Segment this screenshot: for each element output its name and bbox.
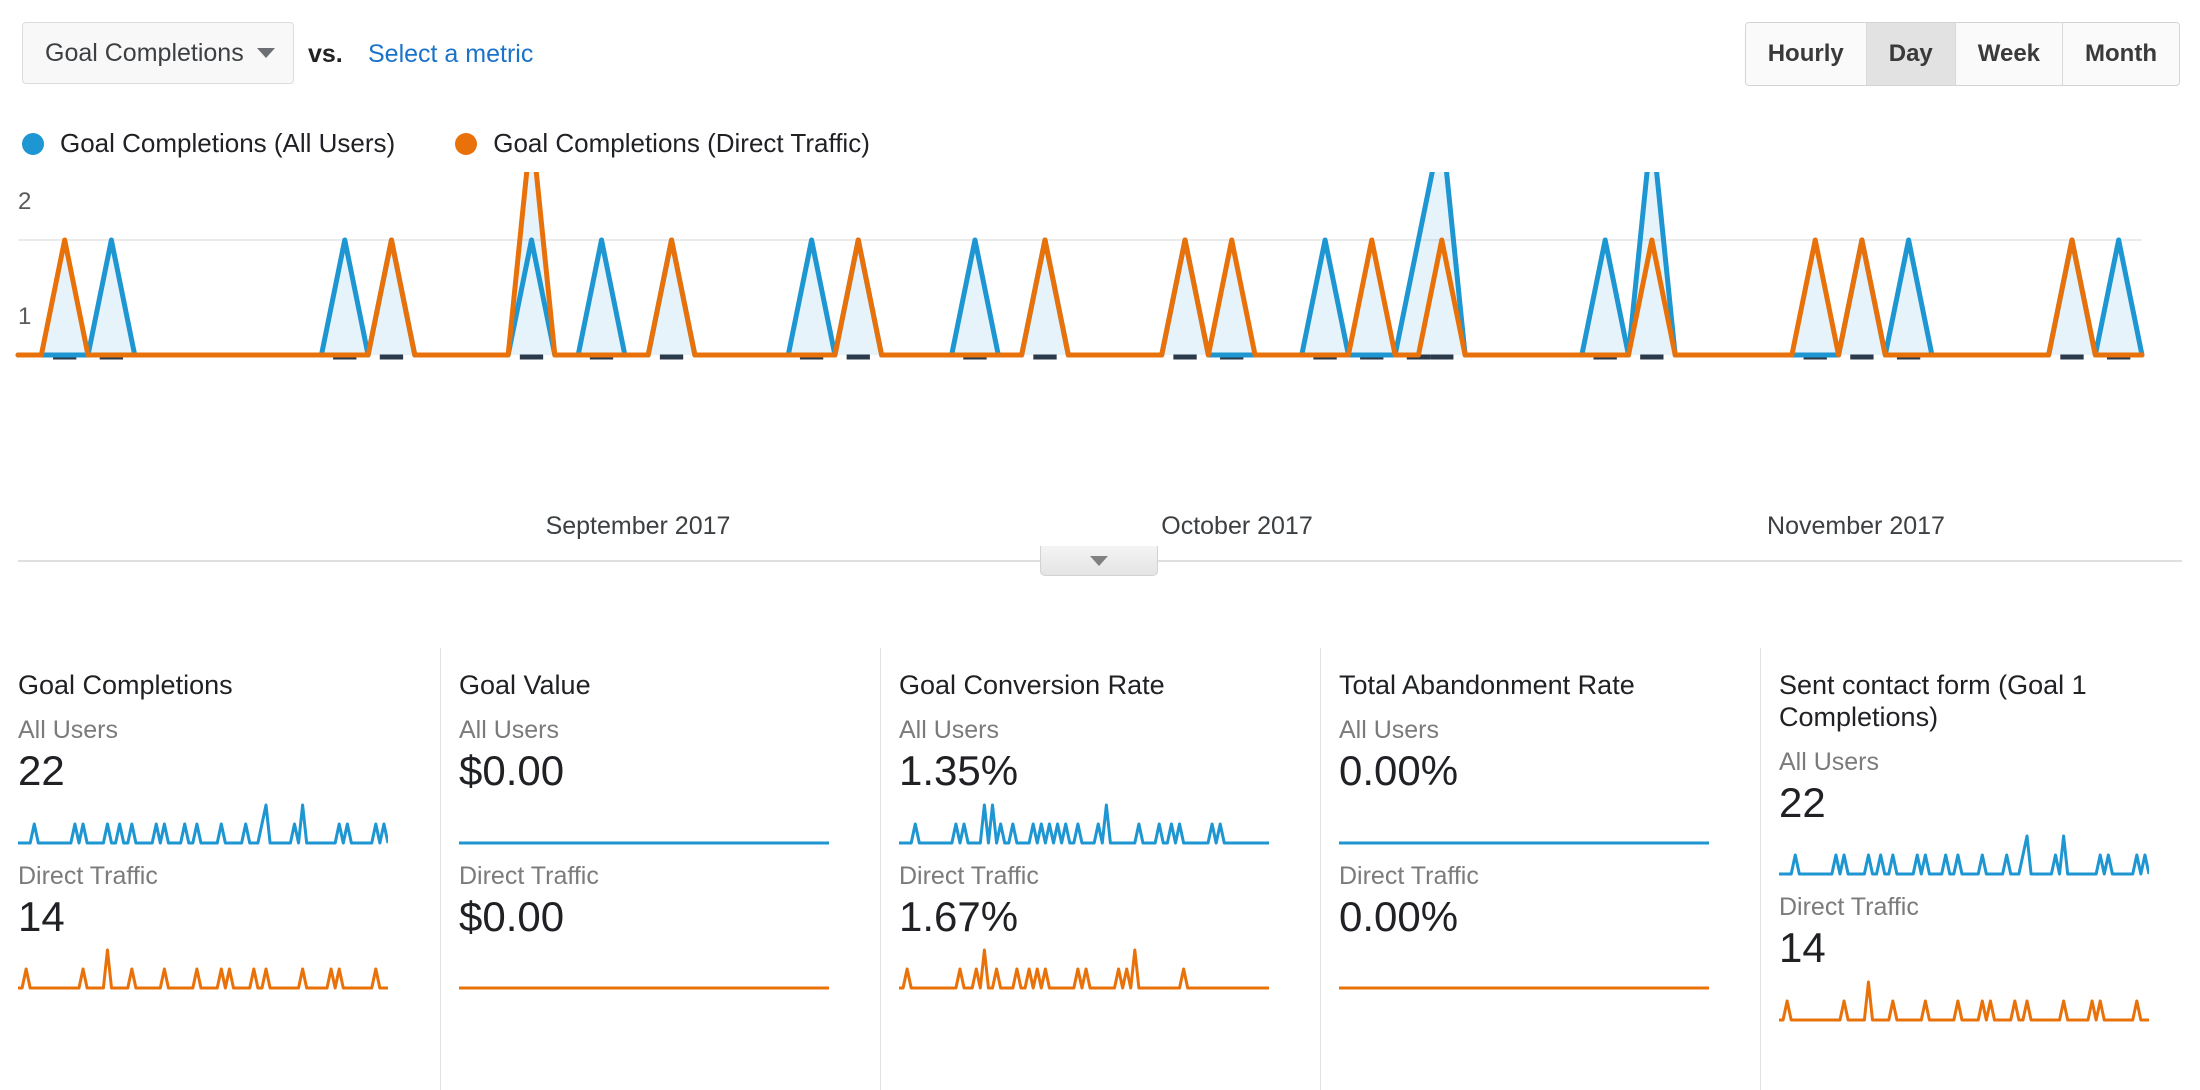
vs-label: vs.	[308, 40, 343, 68]
chevron-down-icon	[1090, 555, 1108, 566]
segment-value: 22	[18, 746, 65, 794]
sparkline	[899, 803, 1269, 845]
metric-card[interactable]: Goal Value All Users $0.00 Direct Traffic $0…	[440, 648, 880, 1090]
segment-label: Direct Traffic	[1779, 893, 1919, 922]
legend-color-dot-icon	[455, 132, 478, 155]
segment-label: Direct Traffic	[1339, 861, 1479, 890]
metric-cards-row: Goal Completions All Users 22 Direct Traffi…	[0, 648, 2200, 1090]
sparkline	[18, 948, 388, 990]
collapse-chart-handle[interactable]	[1040, 546, 1158, 576]
metric-card[interactable]: Goal Completions All Users 22 Direct Traffi…	[0, 648, 440, 1090]
chevron-down-icon	[257, 48, 275, 58]
y-axis-tick-2: 2	[18, 188, 32, 215]
x-axis-tick-october: October 2017	[1161, 512, 1313, 540]
metric-card[interactable]: Total Abandonment Rate All Users 0.00% Dire…	[1320, 648, 1760, 1090]
sparkline	[1339, 841, 1709, 845]
sparkline	[18, 803, 388, 845]
segment-label: All Users	[899, 715, 1000, 744]
x-axis-tick-september: September 2017	[545, 512, 731, 540]
granularity-segmented-control: Hourly Day Week Month	[1744, 22, 2180, 86]
x-axis-tick-november: November 2017	[1767, 512, 1945, 540]
segment-label: All Users	[459, 715, 560, 744]
legend-label: Goal Completions (Direct Traffic)	[493, 128, 870, 158]
segment-value: 22	[1779, 778, 1826, 826]
segment-value: 0.00%	[1339, 892, 1459, 940]
metric-card[interactable]: Goal Conversion Rate All Users 1.35% Direct…	[880, 648, 1320, 1090]
granularity-button-day[interactable]: Day	[1866, 23, 1956, 85]
chart-toolbar: Goal Completions vs. Select a metric Hou…	[0, 0, 2200, 86]
segment-value: $0.00	[459, 746, 565, 794]
segment-value: 14	[1779, 924, 1826, 972]
sparkline	[459, 986, 829, 990]
granularity-button-month[interactable]: Month	[2063, 23, 2179, 85]
y-axis-tick-1: 1	[18, 303, 32, 330]
segment-value: 0.00%	[1339, 746, 1459, 794]
sparkline	[459, 841, 829, 845]
metric-card-title: Goal Conversion Rate	[899, 670, 1165, 700]
segment-label: All Users	[1339, 715, 1440, 744]
segment-value: $0.00	[459, 892, 565, 940]
metric-select-dropdown[interactable]: Goal Completions	[22, 22, 294, 84]
segment-value: 14	[18, 892, 65, 940]
legend-label: Goal Completions (All Users)	[60, 128, 396, 158]
metric-card[interactable]: Sent contact form (Goal 1 Completions) Al…	[1760, 648, 2200, 1090]
granularity-button-week[interactable]: Week	[1955, 23, 2064, 85]
main-timeseries-chart[interactable]	[0, 172, 2200, 522]
sparkline	[1779, 834, 2149, 876]
chart-legend: Goal Completions (All Users) Goal Complet…	[22, 128, 930, 159]
legend-item-direct-traffic[interactable]: Goal Completions (Direct Traffic)	[455, 128, 870, 159]
metric-card-title: Sent contact form (Goal 1 Completions)	[1779, 670, 2087, 732]
segment-label: Direct Traffic	[459, 861, 599, 890]
metric-card-title: Goal Value	[459, 670, 591, 700]
legend-color-dot-icon	[22, 132, 44, 155]
legend-item-all-users[interactable]: Goal Completions (All Users)	[22, 128, 395, 159]
sparkline	[899, 948, 1269, 990]
segment-label: Direct Traffic	[899, 861, 1039, 890]
segment-value: 1.67%	[899, 892, 1019, 940]
segment-value: 1.35%	[899, 746, 1019, 794]
sparkline	[1339, 986, 1709, 990]
metric-card-title: Goal Completions	[18, 670, 233, 700]
segment-label: All Users	[18, 715, 119, 744]
select-a-metric-link[interactable]: Select a metric	[368, 40, 533, 69]
metric-card-title: Total Abandonment Rate	[1339, 670, 1635, 700]
segment-label: Direct Traffic	[18, 861, 158, 890]
timeseries-plot-area[interactable]	[0, 172, 2200, 522]
granularity-button-hourly[interactable]: Hourly	[1745, 23, 1867, 85]
metric-select-value: Goal Completions	[45, 38, 244, 67]
segment-label: All Users	[1779, 747, 1880, 776]
sparkline	[1779, 980, 2149, 1022]
